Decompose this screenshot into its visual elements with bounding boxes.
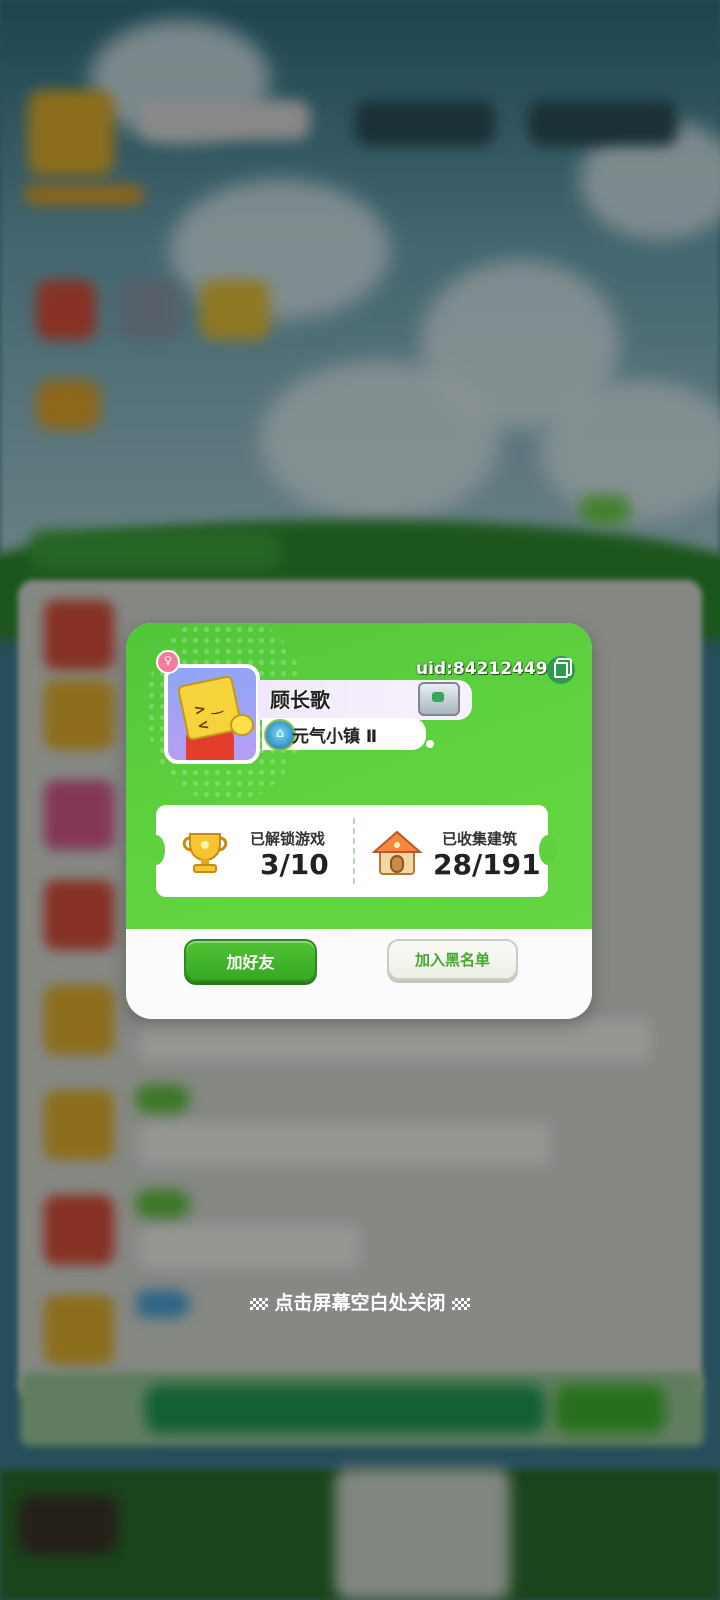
unlocked-games-label: 已解锁游戏	[250, 830, 326, 848]
close-hint: 点击屏幕空白处关闭	[0, 1288, 720, 1315]
house-icon	[372, 830, 422, 875]
copy-uid-button[interactable]	[547, 656, 575, 684]
player-name: 顾长歌	[270, 688, 330, 712]
uid-label: uid:84212449	[416, 659, 548, 679]
card-notch-right	[539, 835, 557, 865]
card-notch-left	[147, 835, 165, 865]
checker-icon	[250, 1297, 269, 1310]
stats-divider	[353, 818, 355, 884]
add-friend-button[interactable]: 加好友	[184, 939, 317, 982]
plate-dot	[426, 740, 434, 748]
close-hint-text: 点击屏幕空白处关闭	[274, 1292, 446, 1314]
collected-buildings-label: 已收集建筑	[442, 830, 518, 848]
avatar: > ‿ <	[164, 664, 260, 764]
copy-icon	[554, 662, 568, 678]
block-user-button[interactable]: 加入黑名单	[387, 939, 518, 980]
female-gender-icon: ♀	[156, 650, 180, 674]
collected-buildings-value: 28/191	[433, 848, 541, 881]
avatar-image: > ‿ <	[168, 668, 256, 760]
rank-badge-icon	[418, 682, 460, 716]
checker-icon	[451, 1297, 470, 1310]
trophy-icon	[182, 833, 228, 873]
town-name: 元气小镇 Ⅱ	[292, 727, 378, 747]
unlocked-games-value: 3/10	[260, 848, 329, 881]
avatar-hand	[230, 714, 254, 736]
